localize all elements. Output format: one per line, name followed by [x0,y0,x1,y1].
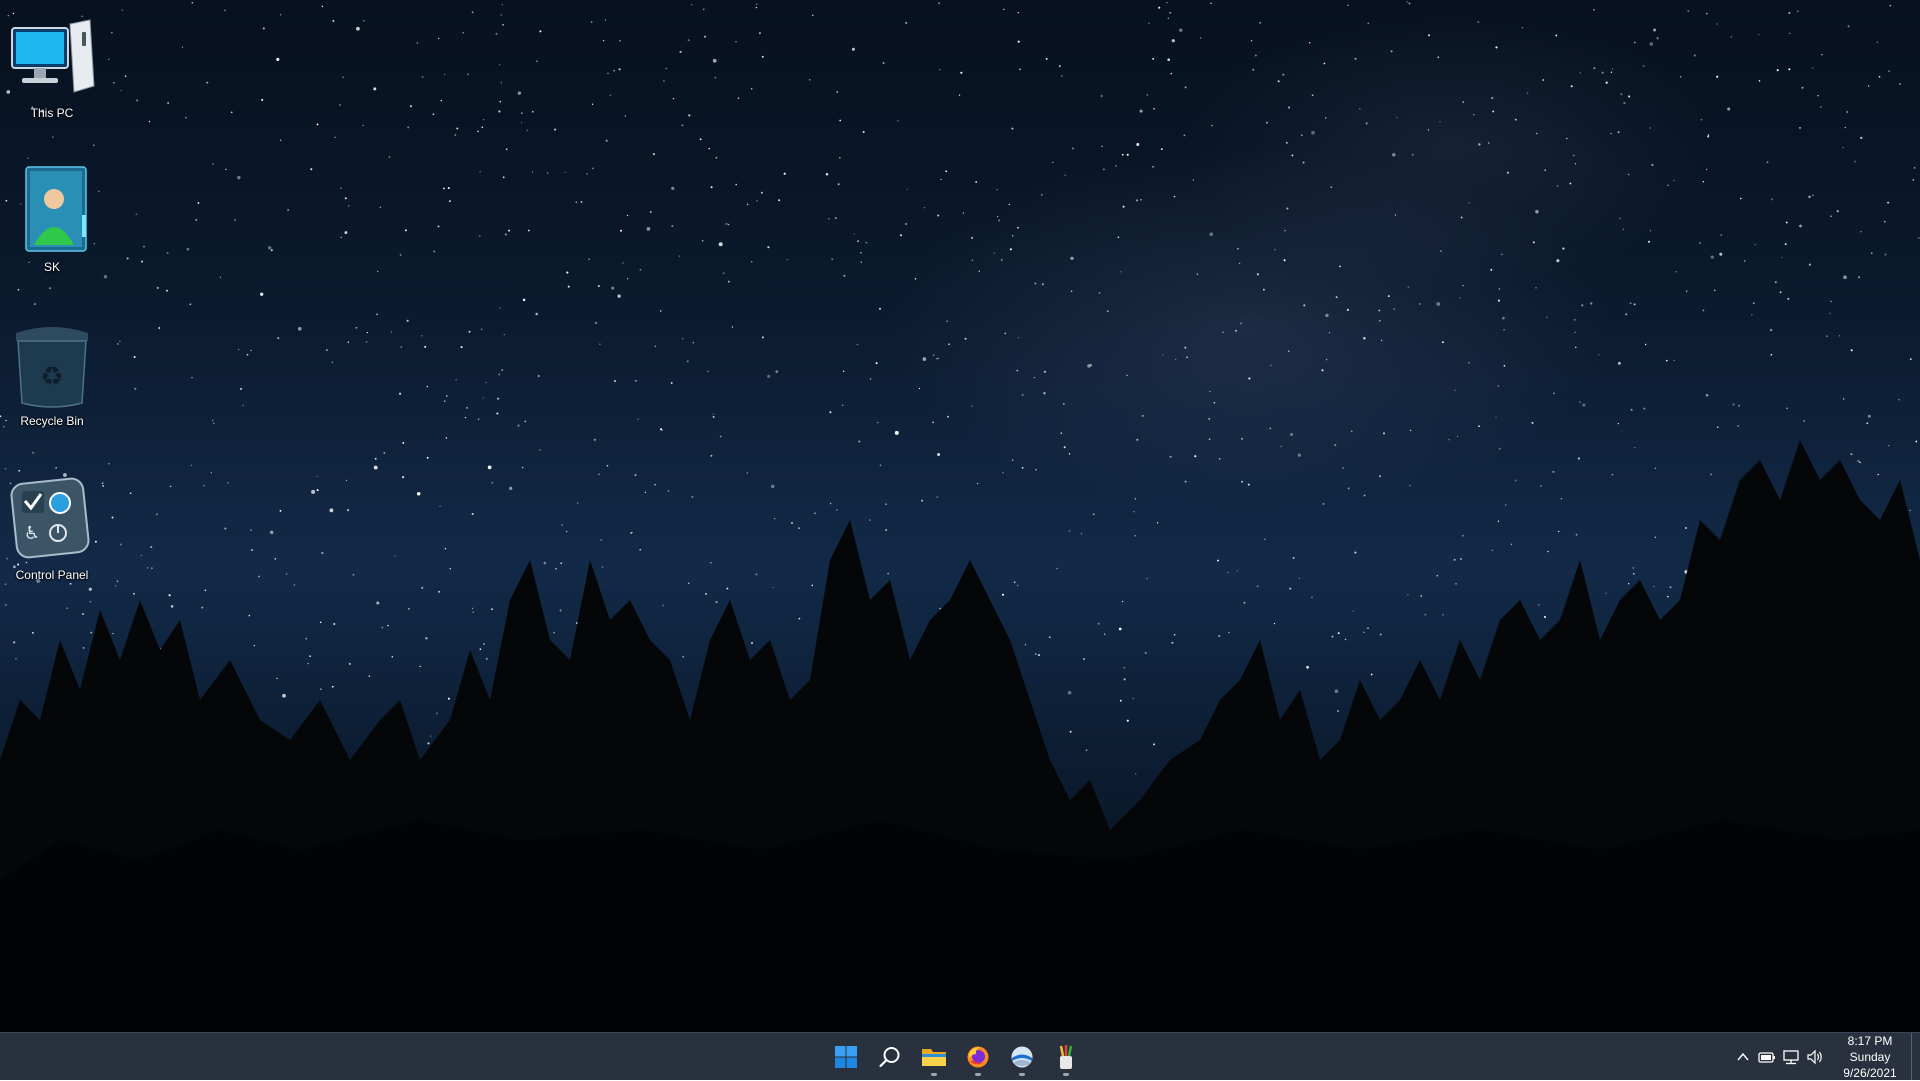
recycle-bin-icon: ♻ [4,318,100,410]
brushes-icon [1059,1044,1073,1069]
control-panel-icon: ♿ [4,472,100,564]
paint-brushes-button[interactable] [1046,1037,1086,1077]
windows-logo-icon [835,1045,857,1068]
desktop-icon-label: Recycle Bin [20,414,84,428]
system-tray: 8:17 PM Sunday 9/26/2021 [1731,1033,1920,1080]
desktop-icon-label: Control Panel [15,568,89,582]
running-indicator [1019,1072,1025,1076]
computer-icon [4,10,100,102]
running-indicator [1063,1072,1069,1076]
chevron-up-icon [1737,1052,1749,1060]
running-indicator [975,1072,981,1076]
battery-icon [1758,1051,1775,1063]
desktop-icon-recycle-bin[interactable]: ♻ Recycle Bin [4,318,100,458]
volume-button[interactable] [1803,1033,1827,1080]
desktop-icon-user-folder[interactable]: SK [4,164,100,304]
network-button[interactable] [1779,1033,1803,1080]
clock-time: 8:17 PM [1847,1033,1893,1048]
show-hidden-icons-button[interactable] [1731,1033,1755,1080]
file-explorer-button[interactable] [914,1037,954,1077]
desktop-icon-this-pc[interactable]: This PC [4,10,100,150]
clock[interactable]: 8:17 PM Sunday 9/26/2021 [1831,1033,1909,1081]
desktop-icon-control-panel[interactable]: ♿ Control Panel [4,472,100,612]
network-icon [1783,1049,1799,1064]
desktop-icon-label: This PC [30,106,74,120]
user-folder-icon [4,164,100,256]
firefox-button[interactable] [958,1037,998,1077]
svg-text:♻: ♻ [40,362,63,392]
clock-date: 9/26/2021 [1843,1065,1897,1080]
clock-day: Sunday [1849,1049,1891,1064]
svg-text:♿: ♿ [24,523,40,544]
folder-icon [922,1048,946,1066]
start-button[interactable] [826,1037,866,1077]
search-icon [879,1046,900,1067]
volume-icon [1807,1049,1822,1064]
desktop-icon-label: SK [43,260,60,274]
taskbar: 8:17 PM Sunday 9/26/2021 [0,1032,1920,1080]
search-button[interactable] [870,1037,910,1077]
forest-silhouette [0,440,1920,1032]
show-desktop-button[interactable] [1911,1033,1920,1080]
firefox-icon [967,1046,989,1067]
browser-button[interactable] [1002,1037,1042,1077]
running-indicator [931,1072,937,1076]
taskbar-apps [826,1033,1086,1080]
desktop-wallpaper: This PC SK ♻ Recycle Bin ♿ Control Panel [0,0,1920,1032]
globe-app-icon [1011,1046,1033,1067]
battery-button[interactable] [1755,1033,1779,1080]
